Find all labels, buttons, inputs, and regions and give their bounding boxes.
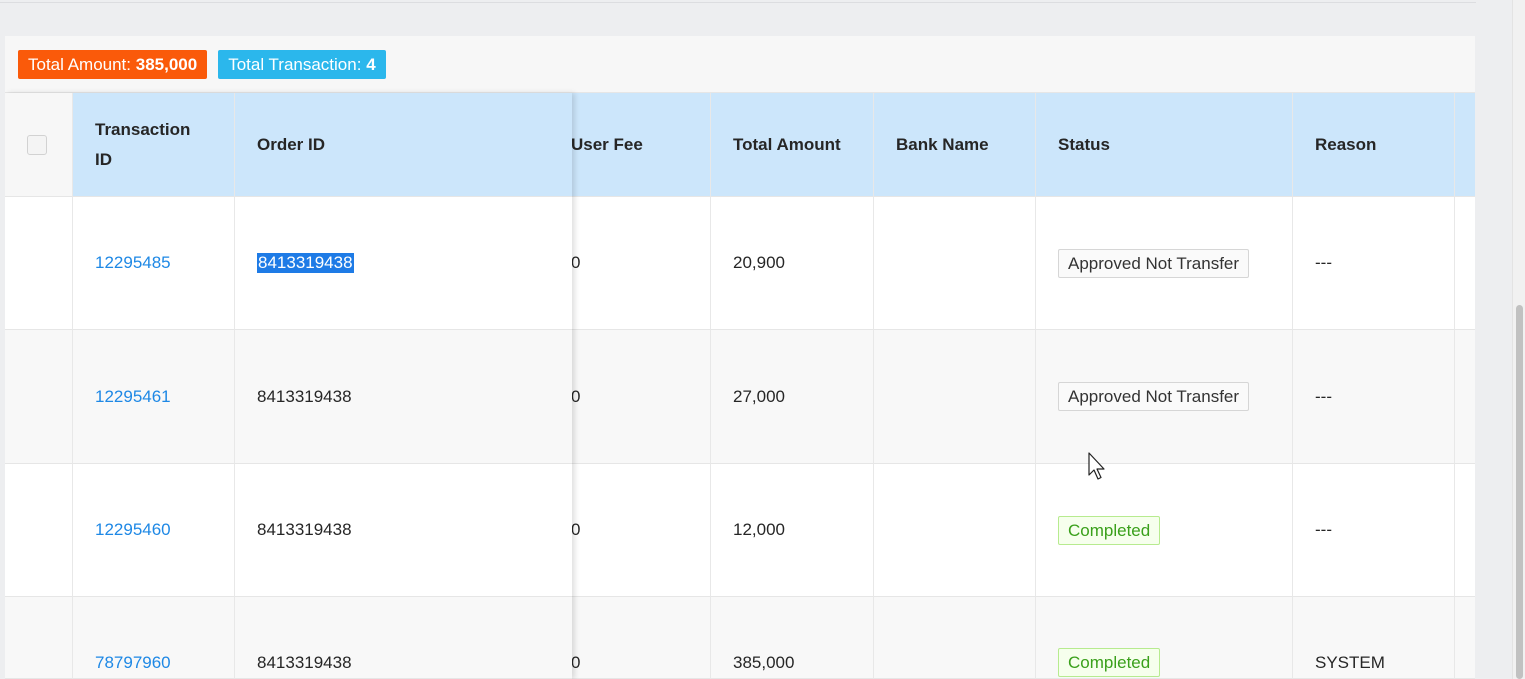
column-total-amount: Total Amount 20,900 27,000 12,000 385,00…: [711, 93, 874, 679]
cell-next: [1455, 330, 1475, 464]
cell-total-amount: 27,000: [711, 330, 874, 464]
total-transaction-label: Total Transaction:: [228, 54, 362, 74]
cell-bank-name: [874, 597, 1036, 679]
page-scrollbar[interactable]: [1512, 0, 1525, 679]
total-transaction-value: 4: [366, 54, 376, 74]
header-order-id[interactable]: Order ID: [235, 93, 572, 197]
transaction-id-link[interactable]: 78797960: [95, 653, 171, 673]
header-bank-name[interactable]: Bank Name: [874, 93, 1036, 197]
cell-transaction-id: 12295485: [73, 197, 235, 330]
status-tag: Approved Not Transfer: [1058, 248, 1250, 278]
cell-bank-name: [874, 197, 1036, 330]
column-user-fee: User Fee 0 0 0 0: [550, 93, 711, 679]
transaction-id-link[interactable]: 12295460: [95, 520, 171, 540]
fixed-columns: Transaction ID 12295485 12295461 1229546…: [5, 93, 572, 679]
cell-status: Approved Not Transfer: [1036, 330, 1293, 464]
select-all-checkbox[interactable]: [27, 134, 47, 155]
status-tag: Approved Not Transfer: [1058, 382, 1250, 411]
cell-bank-name: [874, 464, 1036, 597]
header-next: [1455, 93, 1475, 197]
cell-bank-name: [874, 330, 1036, 464]
column-status: Status Approved Not Transfer Approved No…: [1036, 93, 1293, 679]
status-tag: Completed: [1058, 648, 1161, 677]
cell-select: [5, 330, 73, 464]
top-divider: [0, 0, 1476, 3]
header-total-amount[interactable]: Total Amount: [711, 93, 874, 197]
cell-status: Completed: [1036, 597, 1293, 679]
cell-reason: SYSTEM: [1293, 597, 1455, 679]
order-id-text-selected[interactable]: 8413319438: [257, 253, 354, 273]
column-transaction-id: Transaction ID 12295485 12295461 1229546…: [73, 93, 235, 679]
cell-order-id[interactable]: 8413319438: [235, 464, 572, 597]
cell-select: [5, 464, 73, 597]
header-select: [5, 93, 73, 197]
cell-transaction-id: 78797960: [73, 597, 235, 679]
cell-transaction-id: 12295461: [73, 330, 235, 464]
cell-order-id[interactable]: 8413319438: [235, 330, 572, 464]
cell-next: [1455, 197, 1475, 330]
cell-select: [5, 197, 73, 330]
cell-status: Approved Not Transfer: [1036, 197, 1293, 330]
cell-total-amount: 385,000: [711, 597, 874, 679]
transactions-table: User Fee 0 0 0 0 Total Amount 20,900 27,…: [5, 93, 1475, 679]
transaction-id-link[interactable]: 12295485: [95, 253, 171, 273]
header-transaction-id[interactable]: Transaction ID: [73, 93, 235, 197]
column-select: [5, 93, 73, 679]
column-reason: Reason --- --- --- SYSTEM: [1293, 93, 1455, 679]
header-user-fee[interactable]: User Fee: [550, 93, 711, 197]
cell-reason: ---: [1293, 330, 1455, 464]
column-next: [1455, 93, 1475, 679]
cell-user-fee: 0: [550, 464, 711, 597]
status-tag: Completed: [1058, 515, 1161, 545]
total-amount-value: 385,000: [135, 54, 198, 74]
cell-user-fee: 0: [550, 597, 711, 679]
header-reason[interactable]: Reason: [1293, 93, 1455, 197]
cell-total-amount: 20,900: [711, 197, 874, 330]
mouse-cursor-icon: [1088, 452, 1105, 480]
cell-transaction-id: 12295460: [73, 464, 235, 597]
scrollbar-thumb[interactable]: [1516, 305, 1523, 679]
transaction-id-link[interactable]: 12295461: [95, 387, 171, 407]
cell-next: [1455, 464, 1475, 597]
cell-user-fee: 0: [550, 197, 711, 330]
column-bank-name: Bank Name: [874, 93, 1036, 679]
transactions-panel: Total Amount: 385,000 Total Transaction:…: [5, 36, 1475, 679]
cell-status: Completed: [1036, 464, 1293, 597]
cell-order-id: 8413319438: [235, 197, 572, 330]
cell-select: [5, 597, 73, 679]
summary-bar: Total Amount: 385,000 Total Transaction:…: [5, 36, 1475, 93]
cell-reason: ---: [1293, 464, 1455, 597]
cell-reason: ---: [1293, 197, 1455, 330]
cell-total-amount: 12,000: [711, 464, 874, 597]
total-amount-badge: Total Amount: 385,000: [18, 49, 208, 79]
cell-user-fee: 0: [550, 330, 711, 464]
cell-next: [1455, 597, 1475, 679]
total-transaction-badge: Total Transaction: 4: [218, 49, 386, 79]
cell-order-id[interactable]: 8413319438: [235, 597, 572, 679]
total-amount-label: Total Amount:: [28, 54, 132, 74]
column-order-id: Order ID 8413319438 8413319438 841331943…: [235, 93, 572, 679]
header-status[interactable]: Status: [1036, 93, 1293, 197]
